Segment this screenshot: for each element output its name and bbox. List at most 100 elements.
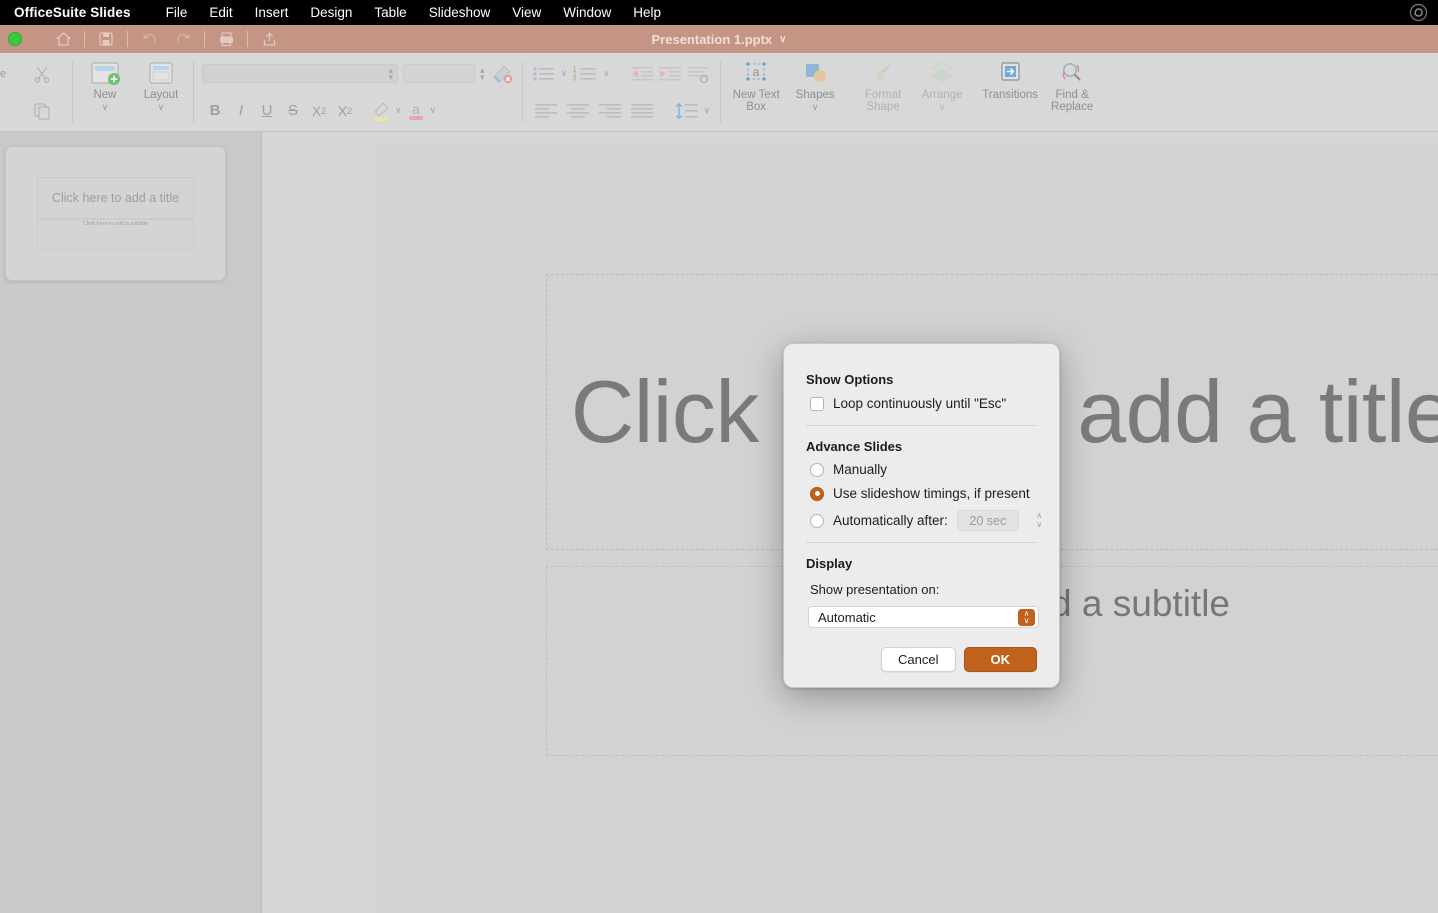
layout-icon	[144, 61, 178, 87]
divider	[720, 61, 721, 123]
font-name-input[interactable]: ▴▾	[202, 64, 398, 83]
new-text-box-button[interactable]: a New Text Box	[725, 53, 787, 113]
italic-button[interactable]: I	[228, 98, 254, 124]
export-icon[interactable]	[252, 26, 286, 52]
chevron-updown-icon[interactable]: ▴▾	[388, 67, 393, 81]
bold-button[interactable]: B	[202, 98, 228, 124]
advance-option-manually[interactable]: Manually	[810, 462, 887, 477]
paragraph-settings-icon[interactable]	[685, 64, 711, 84]
font-color-icon[interactable]: a	[404, 99, 428, 123]
use-slideshow-timings-label: Use slideshow timings, if present	[833, 486, 1030, 501]
manually-radio[interactable]	[810, 463, 824, 477]
slide-thumbnail-panel[interactable]: Click here to add a title Click here to …	[0, 132, 262, 913]
menu-item-design[interactable]: Design	[299, 5, 363, 20]
format-shape-label: Format Shape	[852, 89, 914, 113]
cancel-button[interactable]: Cancel	[881, 647, 955, 672]
thumbnail-title-placeholder: Click here to add a title	[37, 177, 194, 219]
scissors-icon[interactable]	[32, 64, 52, 84]
line-spacing-icon[interactable]	[674, 101, 700, 121]
ok-button[interactable]: OK	[964, 647, 1038, 672]
svg-text:a: a	[753, 65, 760, 79]
shapes-icon	[798, 61, 832, 87]
advance-option-automatically[interactable]: Automatically after: 20 sec ∧ ∨	[810, 510, 1046, 531]
creative-cloud-icon[interactable]	[1409, 3, 1428, 22]
divider	[127, 31, 128, 47]
loop-continuously-label: Loop continuously until "Esc"	[833, 396, 1006, 411]
menu-bar: OfficeSuite Slides File Edit Insert Desi…	[0, 0, 1438, 25]
title-bar: Presentation 1.pptx ∨	[0, 25, 1438, 53]
superscript-button[interactable]: X2	[306, 98, 332, 124]
numbered-list-icon[interactable]: 1 2 3	[571, 64, 599, 84]
loop-continuously-checkbox[interactable]	[810, 397, 824, 411]
menu-item-window[interactable]: Window	[552, 5, 622, 20]
svg-text:3: 3	[573, 76, 577, 82]
menu-item-edit[interactable]: Edit	[198, 5, 243, 20]
chevron-down-icon[interactable]: ∨	[812, 103, 819, 111]
use-slideshow-timings-radio[interactable]	[810, 487, 824, 501]
increase-indent-icon[interactable]	[657, 64, 683, 84]
menu-item-view[interactable]: View	[501, 5, 552, 20]
chevron-down-icon[interactable]: ∨	[393, 105, 404, 116]
app-name: OfficeSuite Slides	[14, 5, 131, 20]
shapes-button[interactable]: Shapes ∨	[787, 53, 843, 111]
home-icon[interactable]	[46, 26, 80, 52]
slideshow-settings-dialog: Show Options Loop continuously until "Es…	[783, 343, 1060, 688]
undo-icon[interactable]	[132, 26, 166, 52]
transitions-button[interactable]: Transitions	[979, 53, 1041, 101]
automatically-after-radio[interactable]	[810, 514, 824, 528]
menu-item-help[interactable]: Help	[622, 5, 672, 20]
font-size-stepper[interactable]: ▴▾	[480, 67, 485, 81]
text-highlight-icon[interactable]	[369, 99, 393, 123]
menu-item-file[interactable]: File	[155, 5, 199, 20]
justify-icon[interactable]	[627, 101, 657, 121]
find-replace-icon	[1055, 61, 1089, 87]
chevron-down-icon[interactable]: ∨	[702, 105, 713, 116]
menu-item-slideshow[interactable]: Slideshow	[418, 5, 502, 20]
chevron-updown-icon[interactable]: ∧ ∨	[1018, 609, 1035, 626]
chevron-down-icon[interactable]: ∨	[601, 68, 612, 79]
chevron-down-icon[interactable]: ∨	[428, 105, 439, 116]
arrange-button: Arrange ∨	[914, 53, 970, 111]
save-icon[interactable]	[89, 26, 123, 52]
menu-item-insert[interactable]: Insert	[244, 5, 300, 20]
subscript-button[interactable]: X2	[332, 98, 358, 124]
align-right-icon[interactable]	[595, 101, 625, 121]
divider	[806, 425, 1037, 426]
stepper-down-icon[interactable]: ∨	[1036, 522, 1042, 528]
quick-access-toolbar	[46, 26, 286, 52]
thumbnail-subtitle-text: Click here to add a subtitle	[83, 221, 148, 227]
arrange-label: Arrange	[922, 89, 963, 101]
decrease-indent-icon[interactable]	[629, 64, 655, 84]
find-replace-label: Find & Replace	[1041, 89, 1103, 113]
transitions-icon	[993, 61, 1027, 87]
menu-item-table[interactable]: Table	[363, 5, 417, 20]
display-heading: Display	[806, 556, 852, 571]
strikethrough-button[interactable]: S	[280, 98, 306, 124]
clear-formatting-icon[interactable]	[490, 63, 514, 85]
bullet-list-icon[interactable]	[531, 64, 557, 84]
redo-icon[interactable]	[166, 26, 200, 52]
font-size-input[interactable]	[403, 64, 475, 83]
chevron-down-icon[interactable]: ∨	[102, 103, 109, 111]
advance-option-timings[interactable]: Use slideshow timings, if present	[810, 486, 1030, 501]
window-maximize-dot[interactable]	[8, 32, 22, 46]
underline-button[interactable]: U	[254, 98, 280, 124]
align-left-icon[interactable]	[531, 101, 561, 121]
display-select[interactable]: Automatic ∧ ∨	[808, 606, 1039, 628]
chevron-down-icon[interactable]: ∨	[779, 34, 786, 45]
show-presentation-on-label: Show presentation on:	[810, 582, 939, 597]
new-slide-button[interactable]: New ∨	[77, 53, 133, 111]
chevron-down-icon[interactable]: ∨	[559, 68, 570, 79]
copy-icon[interactable]	[32, 101, 52, 121]
auto-after-stepper[interactable]: ∧ ∨	[1033, 513, 1046, 528]
new-slide-icon	[88, 61, 122, 87]
layout-button[interactable]: Layout ∨	[133, 53, 189, 111]
auto-after-input[interactable]: 20 sec	[957, 510, 1019, 531]
chevron-down-icon[interactable]: ∨	[158, 103, 165, 111]
slide-thumbnail-1[interactable]: Click here to add a title Click here to …	[5, 146, 226, 281]
print-icon[interactable]	[209, 26, 243, 52]
find-replace-button[interactable]: Find & Replace	[1041, 53, 1103, 113]
stepper-up-icon[interactable]: ∧	[1036, 513, 1042, 519]
loop-continuously-row[interactable]: Loop continuously until "Esc"	[810, 396, 1006, 411]
align-center-icon[interactable]	[563, 101, 593, 121]
